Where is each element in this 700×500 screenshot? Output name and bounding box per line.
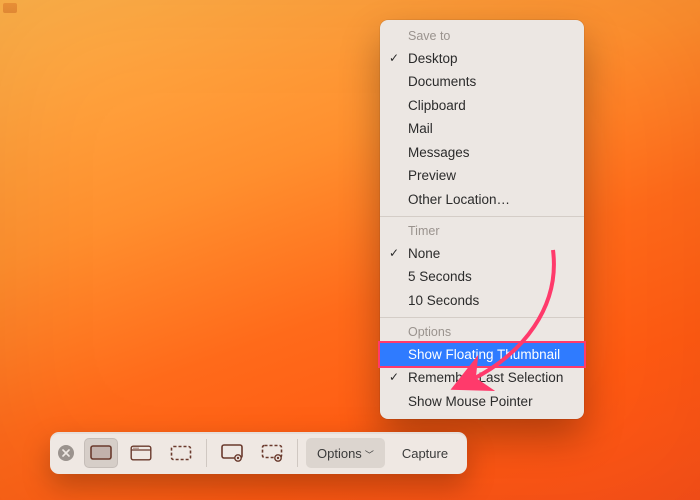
options-button[interactable]: Options ﹀	[306, 438, 385, 468]
capture-selected-portion-button[interactable]	[164, 438, 198, 468]
desktop-wallpaper: Save to ✓Desktop Documents Clipboard Mai…	[0, 0, 700, 500]
checkmark-icon: ✓	[389, 52, 399, 64]
menu-item-remember-last-selection[interactable]: ✓Remember Last Selection	[380, 366, 584, 390]
menu-item-documents[interactable]: Documents	[380, 70, 584, 94]
capture-button[interactable]: Capture	[391, 438, 459, 468]
menu-item-show-floating-thumbnail[interactable]: Show Floating Thumbnail	[380, 343, 584, 367]
menu-item-messages[interactable]: Messages	[380, 141, 584, 165]
toolbar-separator	[206, 439, 207, 467]
close-button[interactable]	[58, 445, 74, 461]
menu-section-timer: Timer	[380, 221, 584, 242]
options-label: Options	[317, 446, 362, 461]
menu-item-10-seconds[interactable]: 10 Seconds	[380, 289, 584, 313]
record-entire-screen-button[interactable]	[215, 438, 249, 468]
options-menu: Save to ✓Desktop Documents Clipboard Mai…	[380, 20, 584, 419]
menu-item-mail[interactable]: Mail	[380, 117, 584, 141]
menu-item-5-seconds[interactable]: 5 Seconds	[380, 265, 584, 289]
menu-divider	[380, 216, 584, 217]
capture-entire-screen-button[interactable]	[84, 438, 118, 468]
record-selected-portion-button[interactable]	[255, 438, 289, 468]
close-icon	[62, 449, 70, 457]
toolbar-separator	[297, 439, 298, 467]
corner-decoration	[3, 3, 17, 13]
menu-item-preview[interactable]: Preview	[380, 164, 584, 188]
capture-selected-window-button[interactable]	[124, 438, 158, 468]
record-selection-icon	[261, 444, 283, 462]
menu-item-none[interactable]: ✓None	[380, 242, 584, 266]
chevron-down-icon: ﹀	[365, 448, 374, 461]
menu-item-desktop[interactable]: ✓Desktop	[380, 47, 584, 71]
capture-label: Capture	[402, 446, 448, 461]
checkmark-icon: ✓	[389, 247, 399, 259]
menu-item-show-mouse-pointer[interactable]: Show Mouse Pointer	[380, 390, 584, 414]
menu-section-options: Options	[380, 322, 584, 343]
record-screen-icon	[221, 444, 243, 462]
checkmark-icon: ✓	[389, 371, 399, 383]
menu-item-other-location[interactable]: Other Location…	[380, 188, 584, 212]
selection-icon	[170, 445, 192, 461]
window-icon	[130, 445, 152, 461]
screenshot-toolbar: Options ﹀ Capture	[50, 432, 467, 474]
menu-section-save-to: Save to	[380, 26, 584, 47]
menu-item-clipboard[interactable]: Clipboard	[380, 94, 584, 118]
menu-divider	[380, 317, 584, 318]
screen-icon	[90, 445, 112, 461]
